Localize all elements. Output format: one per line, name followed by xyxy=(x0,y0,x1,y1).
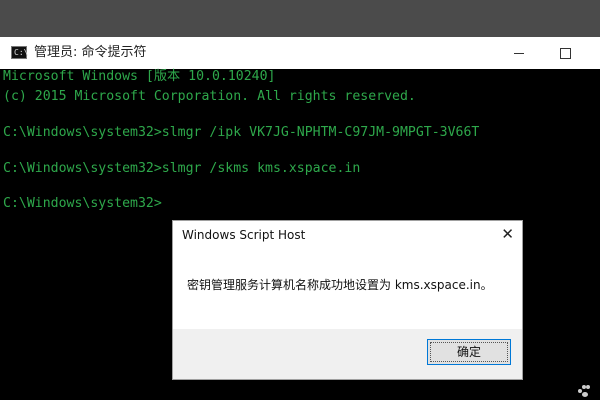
minimize-icon xyxy=(514,52,524,54)
window-title: 管理员: 命令提示符 xyxy=(34,45,147,60)
console-line: (c) 2015 Microsoft Corporation. All righ… xyxy=(3,89,416,104)
maximize-button[interactable] xyxy=(542,37,588,69)
dialog-close-button[interactable]: ✕ xyxy=(501,224,514,244)
console-line: C:\Windows\system32>slmgr /skms kms.xspa… xyxy=(3,161,361,176)
console-line: C:\Windows\system32>slmgr /ipk VK7JG-NPH… xyxy=(3,125,480,140)
message-dialog: Windows Script Host ✕ 密钥管理服务计算机名称成功地设置为 … xyxy=(172,220,523,380)
dialog-message: 密钥管理服务计算机名称成功地设置为 kms.xspace.in。 xyxy=(187,278,493,292)
command-prompt-icon: C:\ xyxy=(11,46,29,59)
dialog-body: 密钥管理服务计算机名称成功地设置为 kms.xspace.in。 xyxy=(173,249,522,329)
watermark-paw-icon xyxy=(578,385,592,397)
console-line: C:\Windows\system32> xyxy=(3,196,162,211)
command-prompt-icon-text: C:\ xyxy=(14,48,29,57)
dialog-titlebar[interactable]: Windows Script Host ✕ xyxy=(173,221,522,249)
dialog-footer: 确定 xyxy=(173,329,522,379)
close-icon: ✕ xyxy=(501,225,514,243)
console-line: Microsoft Windows [版本 10.0.10240] xyxy=(3,69,276,84)
dialog-title: Windows Script Host xyxy=(182,228,306,242)
ok-button[interactable]: 确定 xyxy=(427,339,511,365)
minimize-button[interactable] xyxy=(496,37,542,69)
background-strip xyxy=(0,0,600,37)
maximize-icon xyxy=(559,47,571,59)
